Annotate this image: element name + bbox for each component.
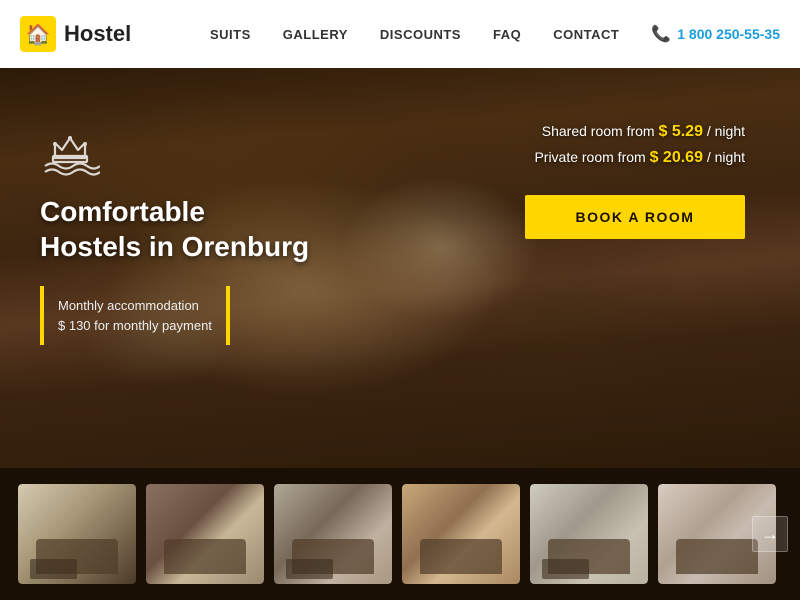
thumbnail-3[interactable] (274, 484, 392, 584)
room-furniture-1 (18, 484, 136, 584)
navbar: 🏠 Hostel SUITS GALLERY DISCOUNTS FAQ CON… (0, 0, 800, 68)
table-shape (30, 559, 77, 579)
shared-room-price: Shared room from $ 5.29 / night (525, 123, 745, 141)
private-price-highlight: $ 20.69 (650, 149, 703, 166)
logo-area: 🏠 Hostel (20, 16, 131, 52)
nav-item-faq[interactable]: FAQ (493, 27, 521, 42)
hostel-anchor-icon (40, 128, 309, 188)
thumbnails-section: → (0, 468, 800, 600)
thumbnail-2[interactable] (146, 484, 264, 584)
room-furniture-3 (274, 484, 392, 584)
room-furniture-5 (530, 484, 648, 584)
thumb-bg-5 (530, 484, 648, 584)
shared-price-highlight: $ 5.29 (658, 123, 702, 140)
nav-item-discounts[interactable]: DISCOUNTS (380, 27, 461, 42)
private-room-price: Private room from $ 20.69 / night (525, 149, 745, 167)
thumbnail-4[interactable] (402, 484, 520, 584)
thumbnail-1[interactable] (18, 484, 136, 584)
book-room-button[interactable]: BOOK A ROOM (525, 195, 745, 239)
hero-left-content: Comfortable Hostels in Orenburg Monthly … (40, 128, 309, 345)
logo-text: Hostel (64, 21, 131, 47)
sofa-shape (164, 539, 247, 574)
next-arrow-button[interactable]: → (752, 516, 788, 552)
hero-section: Comfortable Hostels in Orenburg Monthly … (0, 68, 800, 468)
thumbnail-5[interactable] (530, 484, 648, 584)
nav-item-contact[interactable]: CONTACT (553, 27, 619, 42)
nav-item-suits[interactable]: SUITS (210, 27, 251, 42)
phone-number: 1 800 250-55-35 (677, 26, 780, 42)
phone-icon: 📞 (651, 24, 671, 44)
room-furniture-4 (402, 484, 520, 584)
thumb-bg-3 (274, 484, 392, 584)
thumb-bg-1 (18, 484, 136, 584)
logo-icon: 🏠 (20, 16, 56, 52)
sofa-shape (676, 539, 759, 574)
thumb-bg-2 (146, 484, 264, 584)
nav-item-gallery[interactable]: GALLERY (283, 27, 348, 42)
table-shape (542, 559, 589, 579)
nav-links: SUITS GALLERY DISCOUNTS FAQ CONTACT (210, 27, 619, 42)
phone-area: 📞 1 800 250-55-35 (651, 24, 780, 44)
room-furniture-2 (146, 484, 264, 584)
thumb-bg-4 (402, 484, 520, 584)
hero-title: Comfortable Hostels in Orenburg (40, 194, 309, 264)
table-shape (286, 559, 333, 579)
sofa-shape (420, 539, 503, 574)
monthly-promo-box: Monthly accommodation $ 130 for monthly … (40, 286, 230, 345)
hero-right-content: Shared room from $ 5.29 / night Private … (525, 123, 745, 239)
